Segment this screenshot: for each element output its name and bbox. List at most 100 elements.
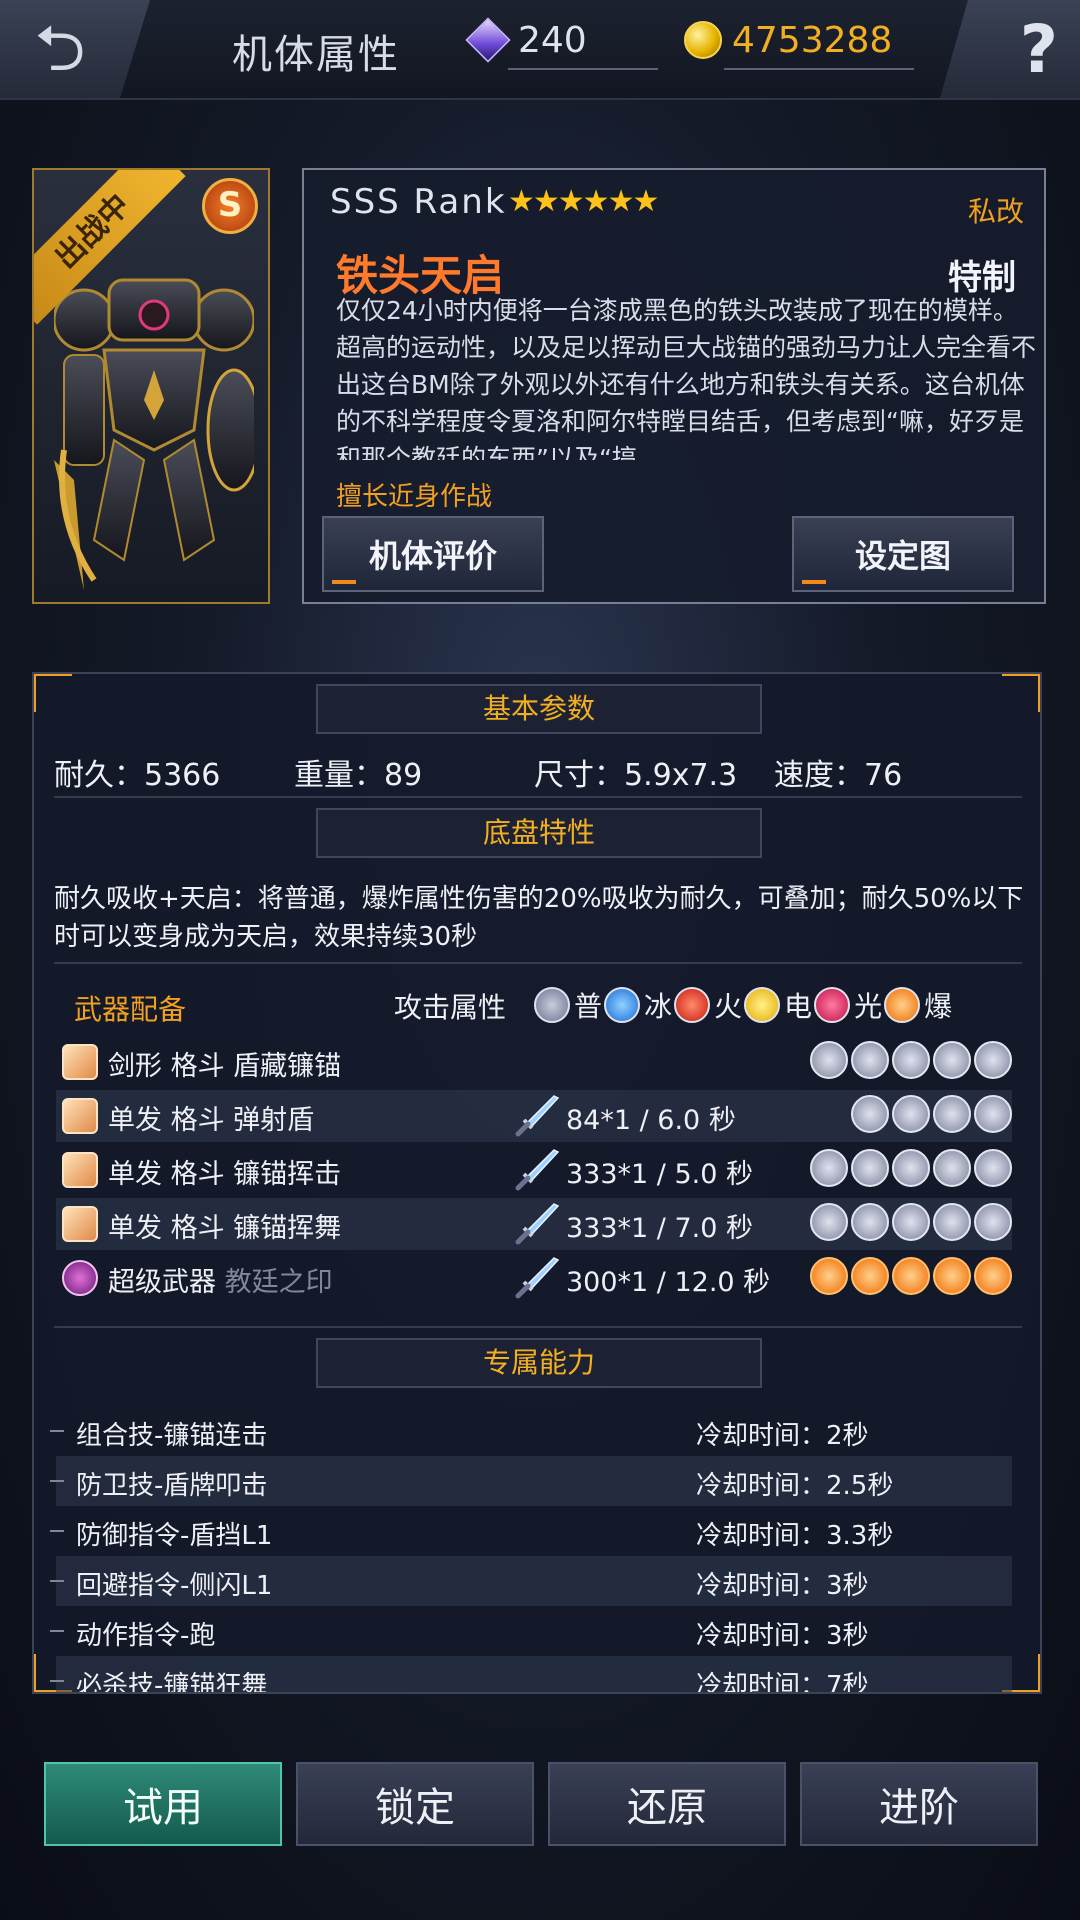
setting-art-button[interactable]: 设定图: [792, 516, 1014, 592]
mech-image: [54, 278, 254, 590]
weapon-name: 剑形 格斗 盾藏镰锚: [108, 1051, 342, 1082]
weapon-row[interactable]: 剑形 格斗 盾藏镰锚: [56, 1036, 1012, 1088]
gem-amount: 240: [518, 19, 587, 61]
normal-slot-icon: [851, 1095, 889, 1133]
weapon-name-group: 剑形 格斗 盾藏镰锚: [108, 1044, 341, 1083]
fire-element-icon: [674, 987, 711, 1023]
weapon-name: 单发 格斗 镰锚挥舞: [108, 1213, 342, 1244]
private-tag: 私改: [967, 195, 1024, 228]
help-question-icon: ?: [1019, 10, 1058, 88]
normal-slot-icon: [851, 1149, 889, 1187]
basic-params-title: 基本参数: [316, 684, 762, 734]
element-label: 冰: [644, 990, 673, 1023]
lock-button[interactable]: 锁定: [296, 1762, 534, 1846]
melee-icon: [62, 1044, 98, 1080]
advance-button[interactable]: 进阶: [800, 1762, 1038, 1846]
weapon-row[interactable]: 单发 格斗 镰锚挥舞 333*1 / 7.0 秒: [56, 1198, 1012, 1250]
sword-icon: [515, 1203, 560, 1245]
weapon-name: 超级武器: [108, 1267, 216, 1298]
ability-row[interactable]: 组合技-镰锚连击 冷却时间：2秒: [50, 1406, 1012, 1456]
evaluate-button[interactable]: 机体评价: [322, 516, 544, 592]
ability-cooldown: 冷却时间：2秒: [696, 1421, 869, 1451]
ability-cooldown: 冷却时间：3.3秒: [696, 1521, 894, 1551]
element-slots: [807, 1149, 1012, 1187]
chassis-description: 耐久吸收+天启：将普通，爆炸属性伤害的20%吸收为耐久，可叠加；耐久50%以下时…: [54, 884, 1024, 952]
exclusive-abilities-title: 专属能力: [316, 1338, 762, 1388]
weapon-header: 武器配备 攻击属性 普 冰 火 电 光 爆: [64, 980, 1014, 1030]
ability-name: 组合技-镰锚连击: [76, 1421, 268, 1451]
ability-row[interactable]: 防御指令-盾挡L1 冷却时间：3.3秒: [50, 1506, 1012, 1556]
normal-slot-icon: [933, 1041, 971, 1079]
blast-slot-icon: [810, 1257, 848, 1295]
weapon-name: 单发 格斗 镰锚挥击: [108, 1159, 342, 1190]
element-light: 光: [814, 985, 882, 1025]
normal-slot-icon: [974, 1203, 1012, 1241]
blast-slot-icon: [851, 1257, 889, 1295]
normal-slot-icon: [851, 1041, 889, 1079]
sword-icon: [515, 1095, 560, 1137]
element-slots: [848, 1095, 1012, 1133]
mech-portrait[interactable]: 出战中 S: [32, 168, 270, 604]
sword-icon: [515, 1149, 560, 1191]
help-button[interactable]: ?: [940, 0, 1080, 98]
ability-row[interactable]: 防卫技-盾牌叩击 冷却时间：2.5秒: [50, 1456, 1012, 1506]
normal-slot-icon: [810, 1203, 848, 1241]
element-normal: 普: [534, 985, 602, 1025]
sword-icon: [515, 1257, 560, 1299]
ability-cooldown: 冷却时间：7秒: [696, 1671, 869, 1694]
weapon-name-group: 单发 格斗 镰锚挥舞: [108, 1206, 341, 1245]
stats-panel[interactable]: 基本参数 耐久：5366 重量：89 尺寸：5.9x7.3 速度：76 底盘特性…: [32, 672, 1042, 1694]
element-legend: 普 冰 火 电光 爆: [534, 980, 954, 1030]
element-ice: 冰: [604, 985, 672, 1025]
element-label: 爆: [924, 990, 953, 1023]
chassis-title: 底盘特性: [316, 808, 762, 858]
blast-slot-icon: [933, 1257, 971, 1295]
ability-name: 动作指令-跑: [76, 1621, 216, 1651]
restore-button[interactable]: 还原: [548, 1762, 786, 1846]
normal-element-icon: [534, 987, 570, 1023]
weapon-name-group: 单发 格斗 镰锚挥击: [108, 1152, 341, 1191]
element-slots: [807, 1257, 1012, 1295]
weapon-row[interactable]: 超级武器 教廷之印 300*1 / 12.0 秒: [56, 1252, 1012, 1304]
weapon-section-title: 武器配备: [74, 993, 187, 1026]
element-blast: 爆: [884, 985, 952, 1025]
try-button[interactable]: 试用: [44, 1762, 282, 1846]
ability-row[interactable]: 动作指令-跑 冷却时间：3秒: [50, 1606, 1012, 1656]
ability-name: 回避指令-侧闪L1: [76, 1571, 273, 1601]
weapon-subname: 教廷之印: [224, 1267, 333, 1298]
ability-name: 防卫技-盾牌叩击: [76, 1471, 268, 1501]
normal-slot-icon: [892, 1149, 930, 1187]
element-label: 火: [714, 990, 743, 1023]
blast-slot-icon: [892, 1257, 930, 1295]
ability-row[interactable]: 必杀技-镰锚狂舞 冷却时间：7秒: [50, 1656, 1012, 1694]
weapon-row[interactable]: 单发 格斗 镰锚挥击 333*1 / 5.0 秒: [56, 1144, 1012, 1196]
ability-row[interactable]: 回避指令-侧闪L1 冷却时间：3秒: [50, 1556, 1012, 1606]
ice-element-icon: [604, 987, 641, 1023]
skill-note: 擅长近身作战: [336, 482, 493, 512]
normal-slot-icon: [810, 1149, 848, 1187]
mech-description[interactable]: 仅仅24小时内便将一台漆成黑色的铁头改装成了现在的模样。超高的运动性，以及足以挥…: [336, 292, 1036, 460]
normal-slot-icon: [933, 1203, 971, 1241]
element-label: 电: [784, 990, 813, 1023]
weapon-row[interactable]: 单发 格斗 弹射盾 84*1 / 6.0 秒: [56, 1090, 1012, 1142]
super-weapon-icon: [62, 1260, 98, 1296]
weapon-damage: 300*1 / 12.0 秒: [566, 1267, 771, 1298]
gold-counter[interactable]: 4753288: [684, 16, 914, 70]
gem-counter[interactable]: 240: [465, 16, 658, 70]
element-slots: [807, 1041, 1012, 1079]
normal-slot-icon: [974, 1041, 1012, 1079]
normal-slot-icon: [892, 1041, 930, 1079]
back-arrow-icon: ⮌: [34, 12, 86, 86]
weapon-damage: 84*1 / 6.0 秒: [566, 1105, 736, 1136]
weapon-name-group: 超级武器 教廷之印: [108, 1260, 333, 1299]
normal-slot-icon: [892, 1203, 930, 1241]
weight-value: 重量：89: [294, 758, 423, 793]
ability-cooldown: 冷却时间：2.5秒: [696, 1471, 894, 1501]
basic-params-row: 耐久：5366 重量：89 尺寸：5.9x7.3 速度：76: [54, 750, 1014, 794]
weapon-damage: 333*1 / 5.0 秒: [566, 1159, 753, 1190]
light-element-icon: [814, 987, 851, 1023]
melee-icon: [62, 1098, 98, 1134]
back-button[interactable]: ⮌: [0, 0, 150, 98]
ability-name: 防御指令-盾挡L1: [76, 1521, 273, 1551]
gold-amount: 4753288: [732, 19, 893, 61]
